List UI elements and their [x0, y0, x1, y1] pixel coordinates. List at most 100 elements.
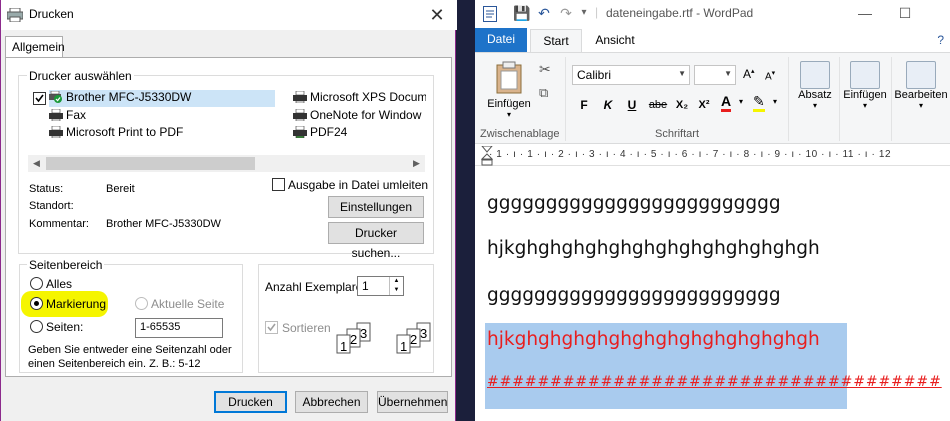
redo-icon[interactable]: ↷	[557, 4, 575, 22]
underline-button[interactable]: U	[623, 96, 641, 114]
collate-digit: 3	[420, 326, 427, 341]
chevron-down-icon: ▼	[678, 69, 686, 78]
grow-font-icon[interactable]: A▴	[743, 67, 755, 81]
italic-button[interactable]: K	[599, 96, 617, 114]
printer-item-ms-pdf[interactable]: Microsoft Print to PDF	[49, 125, 249, 142]
paste-dropdown-icon[interactable]: ▾	[484, 110, 534, 119]
printer-default-icon	[49, 91, 62, 103]
range-all-radio[interactable]	[30, 277, 43, 290]
collate-pages-icon: 3 2 1 3 2 1	[336, 322, 431, 354]
binoculars-icon	[906, 61, 936, 89]
chevron-down-icon: ▾	[862, 101, 867, 110]
image-icon	[850, 61, 880, 89]
comment-value: Brother MFC-J5330DW	[106, 218, 221, 230]
undo-icon[interactable]: ↶	[535, 4, 553, 22]
range-pages-radio[interactable]	[30, 320, 43, 333]
printer-item-onenote[interactable]: OneNote for Window	[293, 108, 426, 125]
page-range-group-label: Seitenbereich	[27, 258, 105, 272]
printer-name: Fax	[66, 108, 87, 122]
ruler-scale: · 1 · ı · 1 · ı · 2 · ı · 3 · ı · 4 · ı …	[489, 149, 892, 160]
tab-datei[interactable]: Datei	[475, 28, 527, 52]
range-selection-radio[interactable]	[30, 297, 43, 310]
highlight-color-icon[interactable]: ✎	[753, 94, 765, 112]
ribbon: Einfügen ▾ ✂ ⧉ Zwischenablage Calibri ▼ …	[475, 52, 950, 144]
fax-icon	[49, 109, 63, 121]
edit-button[interactable]: Bearbeiten ▾	[893, 61, 949, 110]
shrink-font-icon[interactable]: A▾	[765, 69, 775, 82]
pages-input[interactable]: 1-65535	[135, 318, 223, 338]
printer-name: OneNote for Window	[310, 108, 422, 122]
collate-digit: 1	[340, 339, 347, 354]
ruler[interactable]: · 1 · ı · 1 · ı · 2 · ı · 3 · ı · 4 · ı …	[475, 144, 950, 166]
copies-spinner-icon[interactable]: ▲ ▼	[389, 277, 403, 295]
ribbon-separator	[891, 57, 892, 141]
print-to-file-checkbox[interactable]	[272, 178, 285, 191]
printer-item-pdf24[interactable]: PDF24	[293, 125, 426, 142]
range-current-page-radio[interactable]	[135, 297, 148, 310]
maximize-icon[interactable]: ☐	[885, 0, 925, 27]
range-selection-label: Markierung	[46, 297, 107, 311]
font-group-label: Schriftart	[655, 128, 700, 140]
scroll-right-icon[interactable]: ▶	[408, 155, 425, 172]
dialog-title: Drucken	[29, 7, 74, 21]
tab-allgemein[interactable]: Allgemein	[5, 36, 65, 58]
paste-button[interactable]: Einfügen ▾	[484, 61, 534, 119]
copies-input[interactable]: 1 ▲ ▼	[357, 276, 404, 296]
wordpad-app-icon	[483, 6, 497, 22]
copies-value: 1	[362, 279, 369, 293]
printer-list-scrollbar[interactable]: ◀ ▶	[28, 155, 425, 172]
tab-ansicht[interactable]: Ansicht	[585, 29, 645, 53]
document-line: ggggggggggggggggggggggggg	[487, 285, 781, 306]
collate-digit: 2	[410, 332, 417, 347]
document-area[interactable]: ggggggggggggggggggggggggg hjkghghghghghg…	[475, 167, 950, 421]
printer-item-xps[interactable]: Microsoft XPS Docum	[293, 90, 426, 107]
print-button[interactable]: Drucken	[214, 391, 287, 413]
printer-list[interactable]: Brother MFC-J5330DW Fax Microsoft Print …	[28, 90, 426, 148]
close-icon[interactable]: ✕	[417, 0, 457, 30]
comment-label: Kommentar:	[29, 218, 89, 230]
printer-item-brother[interactable]: Brother MFC-J5330DW	[49, 90, 275, 107]
help-icon[interactable]: ?	[937, 33, 944, 47]
cancel-button[interactable]: Abbrechen	[295, 391, 368, 413]
subscript-button[interactable]: X₂	[673, 96, 691, 114]
range-hint: Geben Sie entweder eine Seitenzahl oder …	[28, 344, 232, 370]
bold-button[interactable]: F	[575, 96, 593, 114]
document-line: ggggggggggggggggggggggggg	[487, 193, 781, 214]
font-name-value: Calibri	[577, 68, 612, 82]
font-size-combo[interactable]: ▼	[694, 65, 736, 85]
printer-item-fax[interactable]: Fax	[49, 108, 249, 125]
printer-name: Brother MFC-J5330DW	[66, 90, 192, 104]
minimize-icon[interactable]: —	[845, 0, 885, 27]
apply-button[interactable]: Übernehmen	[377, 391, 448, 413]
chevron-down-icon[interactable]: ▾	[739, 97, 743, 106]
customize-qat-icon[interactable]: ▾	[575, 4, 593, 22]
save-icon[interactable]: 💾	[513, 4, 531, 22]
scroll-left-icon[interactable]: ◀	[28, 155, 45, 172]
print-to-file-label: Ausgabe in Datei umleiten	[288, 178, 429, 192]
strikethrough-button[interactable]: abe	[645, 96, 671, 114]
printer-icon	[293, 126, 307, 138]
paragraph-label: Absatz	[798, 89, 832, 101]
text-color-icon[interactable]: A	[721, 94, 732, 112]
ribbon-separator	[788, 57, 789, 141]
document-line: hjkghghghghghghghghghghghghgh	[487, 238, 820, 259]
document-line-selected: hjkghghghghghghghghghghghghgh	[487, 329, 820, 350]
collate-checkbox[interactable]	[265, 321, 278, 334]
printer-icon	[293, 91, 307, 103]
ribbon-separator	[565, 57, 566, 141]
printer-icon	[293, 109, 307, 121]
chevron-down-icon: ▾	[918, 101, 923, 110]
insert-button[interactable]: Einfügen ▾	[840, 61, 890, 110]
dialog-titlebar: Drucken ✕	[1, 0, 457, 30]
font-name-combo[interactable]: Calibri ▼	[572, 65, 690, 85]
copy-icon[interactable]: ⧉	[539, 85, 548, 101]
tab-start[interactable]: Start	[530, 29, 582, 53]
settings-button[interactable]: Einstellungen	[328, 196, 424, 218]
find-printer-button[interactable]: Drucker suchen...	[328, 222, 424, 260]
window-title: dateneingabe.rtf - WordPad	[606, 6, 754, 20]
paragraph-button[interactable]: Absatz ▾	[793, 61, 837, 110]
scrollbar-thumb[interactable]	[46, 157, 255, 170]
cut-icon[interactable]: ✂	[539, 61, 551, 78]
superscript-button[interactable]: X²	[695, 96, 713, 114]
chevron-down-icon[interactable]: ▾	[773, 97, 777, 106]
